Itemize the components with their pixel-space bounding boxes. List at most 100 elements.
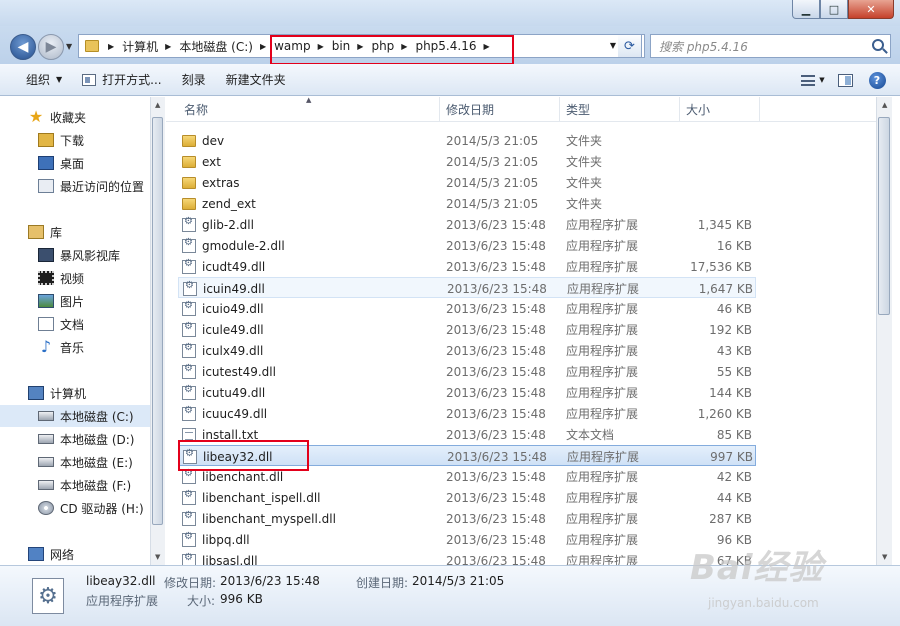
file-row[interactable]: libenchant_ispell.dll 2013/6/23 15:48 应用程序… [178, 487, 756, 508]
file-name: icuio49.dll [202, 301, 264, 316]
file-date: 2013/6/23 15:48 [446, 406, 546, 421]
address-history-dropdown[interactable]: ▼ [610, 41, 616, 50]
downloads-icon [38, 133, 54, 147]
file-row[interactable]: libenchant_myspell.dll 2013/6/23 15:48 应用程… [178, 508, 756, 529]
nav-video-library[interactable]: 暴风影视库 [0, 244, 150, 266]
nav-documents[interactable]: 文档 [0, 313, 150, 335]
refresh-button[interactable]: ⟳ [618, 34, 642, 58]
file-row[interactable]: ext 2014/5/3 21:05 文件夹 [178, 151, 756, 172]
documents-icon [38, 317, 54, 331]
preview-pane-button[interactable] [832, 68, 858, 92]
drive-icon [38, 434, 54, 444]
file-name: icule49.dll [202, 322, 264, 337]
close-button[interactable]: ✕ [848, 0, 894, 19]
nav-scrollbar-thumb[interactable] [152, 117, 163, 525]
file-row[interactable]: extras 2014/5/3 21:05 文件夹 [178, 172, 756, 193]
file-name-cell: iculx49.dll [182, 340, 263, 361]
nav-pictures[interactable]: 图片 [0, 290, 150, 312]
column-header-size[interactable]: 大小 [680, 97, 760, 122]
breadcrumb-item[interactable]: 本地磁盘 (C:) ▶ [175, 35, 270, 57]
nav-music[interactable]: ♪ 音乐 [0, 336, 150, 358]
file-row[interactable]: dev 2014/5/3 21:05 文件夹 [178, 130, 756, 151]
file-name-cell: icule49.dll [182, 319, 264, 340]
file-size: 1,647 KB [698, 281, 753, 296]
file-name: libenchant_myspell.dll [202, 511, 336, 526]
nav-videos[interactable]: 视频 [0, 267, 150, 289]
file-date: 2013/6/23 15:48 [447, 449, 547, 464]
desktop-icon [38, 156, 54, 170]
breadcrumb-root-chevron[interactable]: ▶ [104, 35, 118, 57]
scroll-down-icon[interactable]: ▼ [882, 553, 887, 561]
nav-downloads[interactable]: 下载 [0, 129, 150, 151]
file-row[interactable]: icule49.dll 2013/6/23 15:48 应用程序扩展 192 KB [178, 319, 756, 340]
forward-button[interactable]: ▶ [38, 34, 64, 60]
nav-drive-f[interactable]: 本地磁盘 (F:) [0, 474, 150, 496]
file-date: 2014/5/3 21:05 [446, 133, 539, 148]
file-row[interactable]: icutu49.dll 2013/6/23 15:48 应用程序扩展 144 KB [178, 382, 756, 403]
dll-file-icon [182, 405, 196, 421]
file-row[interactable]: icutest49.dll 2013/6/23 15:48 应用程序扩展 55 KB [178, 361, 756, 382]
file-type: 应用程序扩展 [566, 239, 639, 253]
file-name: glib-2.dll [202, 217, 254, 232]
nav-desktop[interactable]: 桌面 [0, 152, 150, 174]
new-folder-button[interactable]: 新建文件夹 [216, 68, 296, 92]
search-input[interactable]: 搜索 php5.4.16 [650, 34, 891, 58]
file-row[interactable]: icuin49.dll 2013/6/23 15:48 应用程序扩展 1,647 KB [178, 277, 756, 298]
nav-drive-d[interactable]: 本地磁盘 (D:) [0, 428, 150, 450]
nav-drive-e[interactable]: 本地磁盘 (E:) [0, 451, 150, 473]
nav-cd-drive-h[interactable]: CD 驱动器 (H:) [0, 497, 150, 519]
open-with-button[interactable]: 打开方式... [72, 68, 171, 92]
file-row[interactable]: icuio49.dll 2013/6/23 15:48 应用程序扩展 46 KB [178, 298, 756, 319]
open-with-label: 打开方式... [102, 73, 162, 87]
back-button[interactable]: ◀ [10, 34, 36, 60]
file-row[interactable]: libpq.dll2013/6/23 15:48应用程序扩展96 KB [178, 529, 756, 550]
change-view-button[interactable]: ▼ [800, 68, 826, 92]
column-header-type[interactable]: 类型 [560, 97, 680, 122]
nav-network[interactable]: 网络 [0, 543, 150, 565]
file-row[interactable]: icuuc49.dll 2013/6/23 15:48 应用程序扩展 1,260 KB [178, 403, 756, 424]
minimize-button[interactable]: ▁ [792, 0, 820, 19]
nav-computer[interactable]: 计算机 [0, 382, 150, 404]
nav-favorites[interactable]: ★ 收藏夹 [0, 106, 150, 128]
recent-pages-dropdown[interactable]: ▼ [66, 42, 72, 51]
chevron-right-icon[interactable]: ▶ [260, 42, 266, 51]
folder-icon [182, 155, 196, 168]
organize-button[interactable]: 组织 ▼ [16, 68, 72, 92]
burn-button[interactable]: 刻录 [172, 68, 216, 92]
nav-label: 暴风影视库 [60, 248, 121, 263]
scroll-up-icon[interactable]: ▲ [882, 101, 887, 109]
file-row[interactable]: zend_ext 2014/5/3 21:05 文件夹 [178, 193, 756, 214]
scroll-up-icon[interactable]: ▲ [155, 101, 160, 109]
nav-drive-c[interactable]: 本地磁盘 (C:) [0, 405, 150, 427]
command-bar: 组织 ▼ 打开方式... 刻录 新建文件夹 ▼ ? [0, 64, 900, 96]
column-header-date[interactable]: 修改日期 [440, 97, 560, 122]
column-header-name[interactable]: 名称 [178, 97, 440, 122]
libraries-icon [28, 225, 44, 239]
file-type: 应用程序扩展 [566, 323, 639, 337]
file-name-cell: libenchant_myspell.dll [182, 508, 336, 529]
file-row[interactable]: iculx49.dll 2013/6/23 15:48 应用程序扩展 43 KB [178, 340, 756, 361]
file-row[interactable]: libsasl.dll2013/6/23 15:48应用程序扩展67 KB [178, 550, 756, 565]
scroll-down-icon[interactable]: ▼ [155, 553, 160, 561]
breadcrumb-item[interactable]: 计算机 ▶ [118, 35, 175, 57]
file-row[interactable]: glib-2.dll 2013/6/23 15:48 应用程序扩展 1,345 KB [178, 214, 756, 235]
search-icon[interactable] [872, 39, 884, 51]
file-list-scrollbar-thumb[interactable] [878, 117, 890, 315]
file-type: 应用程序扩展 [566, 365, 639, 379]
file-row[interactable]: icudt49.dll 2013/6/23 15:48 应用程序扩展 17,536 K… [178, 256, 756, 277]
video-library-icon [38, 248, 54, 262]
file-name-cell: glib-2.dll [182, 214, 254, 235]
file-size: 1,345 KB [697, 217, 752, 232]
maximize-button[interactable]: □ [820, 0, 848, 19]
network-icon [28, 547, 44, 561]
nav-recent-places[interactable]: 最近访问的位置 [0, 175, 150, 197]
nav-libraries[interactable]: 库 [0, 221, 150, 243]
details-size-value: 996 KB [220, 592, 263, 606]
details-modified-value: 2013/6/23 15:48 [220, 574, 320, 588]
help-button[interactable]: ? [864, 68, 890, 92]
chevron-right-icon[interactable]: ▶ [165, 42, 171, 51]
window-controls: ▁ □ ✕ [792, 0, 894, 19]
file-row[interactable]: gmodule-2.dll 2013/6/23 15:48 应用程序扩展 16 KB [178, 235, 756, 256]
nav-label: 最近访问的位置 [60, 179, 145, 194]
file-name: icutest49.dll [202, 364, 276, 379]
